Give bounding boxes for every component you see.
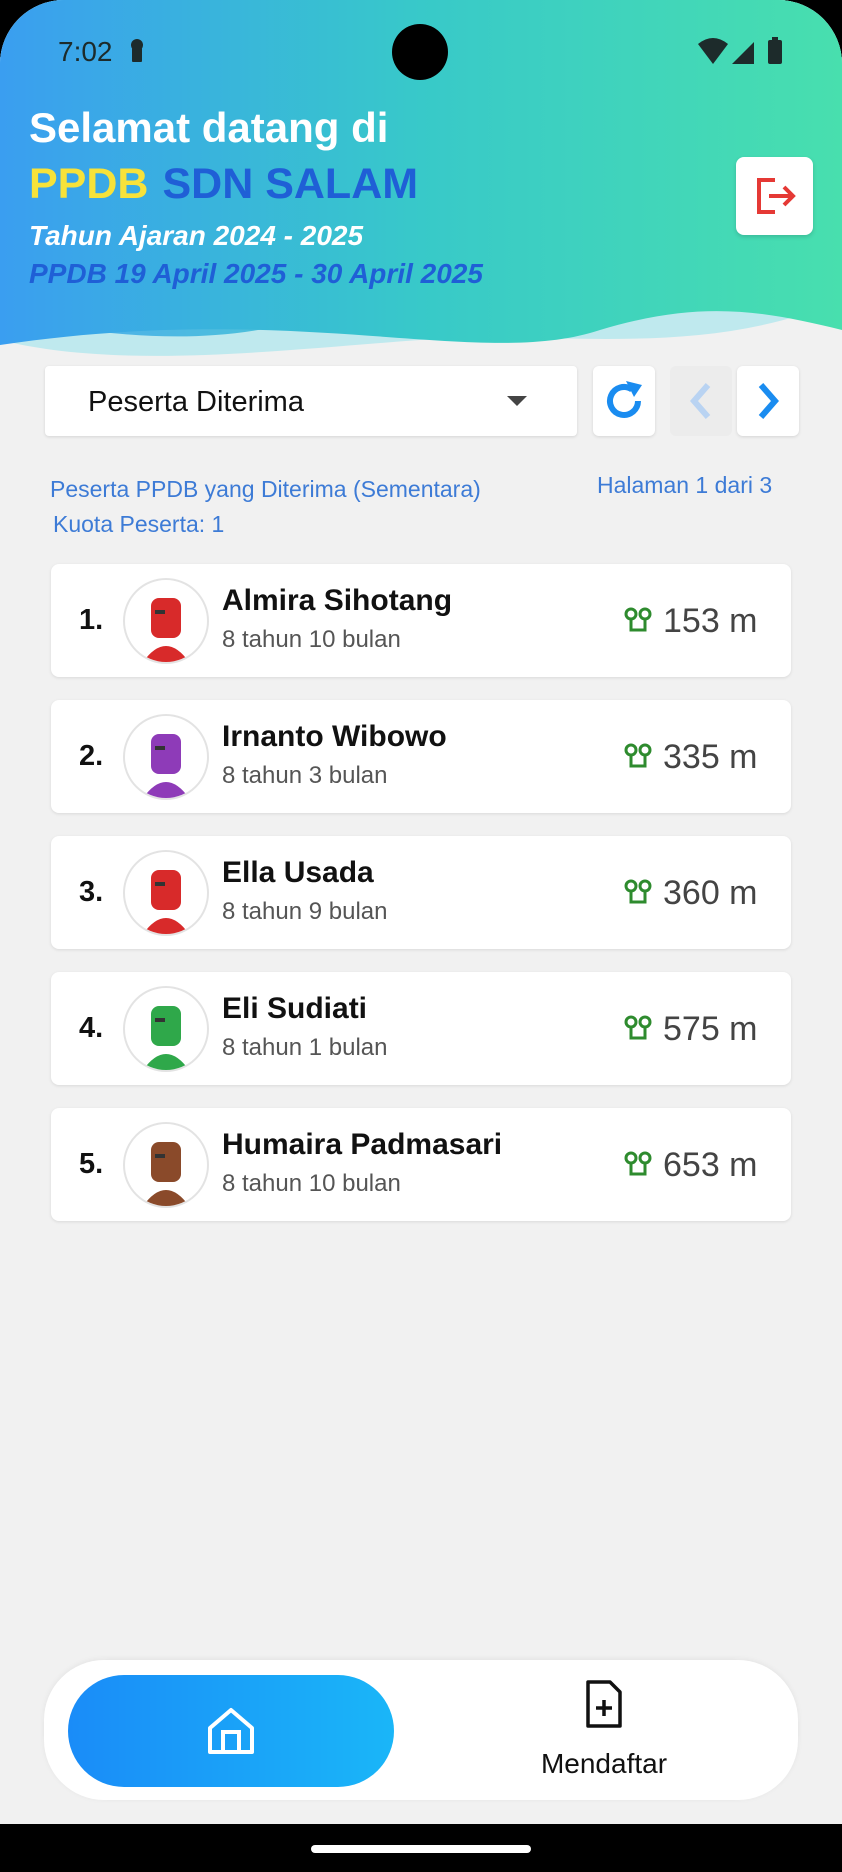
register-tab-button[interactable]: Mendaftar bbox=[514, 1680, 694, 1790]
participant-distance: 653 m bbox=[663, 1146, 758, 1184]
home-tab-button[interactable] bbox=[68, 1675, 394, 1787]
participant-age: 8 tahun 10 bulan bbox=[222, 1170, 401, 1197]
participant-rank: 3. bbox=[79, 876, 104, 908]
home-icon bbox=[208, 1708, 254, 1754]
chevron-right-icon bbox=[758, 383, 779, 419]
participant-distance: 575 m bbox=[663, 1010, 758, 1048]
route-distance-icon bbox=[624, 879, 652, 904]
participant-card[interactable]: 1. Almira Sihotang 8 tahun 10 bulan 153 … bbox=[51, 564, 791, 677]
participant-age: 8 tahun 10 bulan bbox=[222, 626, 401, 653]
pagination-text: Halaman 1 dari 3 bbox=[597, 472, 773, 498]
participant-avatar bbox=[123, 1122, 209, 1208]
participant-rank: 4. bbox=[79, 1012, 104, 1044]
dropdown-caret-icon bbox=[507, 396, 527, 406]
register-label: Mendaftar bbox=[540, 1748, 668, 1779]
route-distance-icon bbox=[624, 607, 652, 632]
participant-avatar bbox=[123, 986, 209, 1072]
status-time: 7:02 bbox=[58, 36, 113, 67]
participant-distance: 335 m bbox=[663, 738, 758, 776]
participant-avatar bbox=[123, 714, 209, 800]
participant-name: Eli Sudiati bbox=[222, 992, 368, 1025]
add-document-icon bbox=[586, 1680, 622, 1728]
bottom-navigation: Mendaftar bbox=[44, 1660, 798, 1800]
wifi-icon bbox=[698, 38, 728, 64]
participant-card[interactable]: 2. Irnanto Wibowo 8 tahun 3 bulan 335 m bbox=[51, 700, 791, 813]
participant-name: Almira Sihotang bbox=[222, 584, 453, 617]
filter-selected-value: Peserta Diterima bbox=[88, 386, 304, 418]
welcome-title: Selamat datang di bbox=[29, 104, 389, 151]
chevron-left-icon bbox=[690, 383, 711, 419]
signal-icon bbox=[732, 42, 754, 64]
participant-filter-select[interactable]: Peserta Diterima bbox=[45, 366, 577, 436]
refresh-button[interactable] bbox=[593, 366, 655, 436]
academic-year: Tahun Ajaran 2024 - 2025 bbox=[29, 220, 364, 251]
participant-rank: 5. bbox=[79, 1148, 104, 1180]
next-page-button[interactable] bbox=[737, 366, 799, 436]
logout-icon bbox=[756, 178, 796, 214]
route-distance-icon bbox=[624, 1151, 652, 1176]
participant-name: Irnanto Wibowo bbox=[222, 720, 447, 753]
brand-school: SDN SALAM bbox=[162, 160, 419, 208]
registration-period: PPDB 19 April 2025 - 30 April 2025 bbox=[29, 258, 483, 289]
previous-page-button[interactable] bbox=[670, 366, 732, 436]
lock-icon bbox=[131, 39, 143, 62]
participant-age: 8 tahun 1 bulan bbox=[222, 1034, 388, 1061]
participant-distance: 153 m bbox=[663, 602, 758, 640]
battery-icon bbox=[768, 40, 782, 64]
route-distance-icon bbox=[624, 1015, 652, 1040]
status-icons bbox=[698, 37, 782, 64]
quota-text: Kuota Peserta: 1 bbox=[53, 511, 225, 537]
participant-name: Ella Usada bbox=[222, 856, 374, 889]
participant-distance: 360 m bbox=[663, 874, 758, 912]
camera-cutout bbox=[392, 24, 448, 80]
list-info: Peserta PPDB yang Diterima (Sementara) K… bbox=[50, 472, 481, 542]
logout-button[interactable] bbox=[736, 157, 813, 235]
participant-card[interactable]: 5. Humaira Padmasari 8 tahun 10 bulan 65… bbox=[51, 1108, 791, 1221]
participant-rank: 1. bbox=[79, 604, 104, 636]
brand-title: PPDB SDN SALAM bbox=[29, 160, 418, 209]
gesture-home-indicator[interactable] bbox=[311, 1845, 531, 1853]
route-distance-icon bbox=[624, 743, 652, 768]
list-title: Peserta PPDB yang Diterima (Sementara) bbox=[50, 476, 481, 502]
participant-card[interactable]: 4. Eli Sudiati 8 tahun 1 bulan 575 m bbox=[51, 972, 791, 1085]
participant-age: 8 tahun 3 bulan bbox=[222, 762, 388, 789]
participant-card[interactable]: 3. Ella Usada 8 tahun 9 bulan 360 m bbox=[51, 836, 791, 949]
brand-ppdb: PPDB bbox=[29, 160, 149, 208]
refresh-icon bbox=[607, 381, 642, 418]
participant-name: Humaira Padmasari bbox=[222, 1128, 503, 1161]
participant-rank: 2. bbox=[79, 740, 104, 772]
participant-avatar bbox=[123, 850, 209, 936]
participant-avatar bbox=[123, 578, 209, 664]
participant-age: 8 tahun 9 bulan bbox=[222, 898, 388, 925]
app-screen: 7:02 Selamat datang di PPDB SDN SALAM Tah… bbox=[0, 0, 842, 1824]
